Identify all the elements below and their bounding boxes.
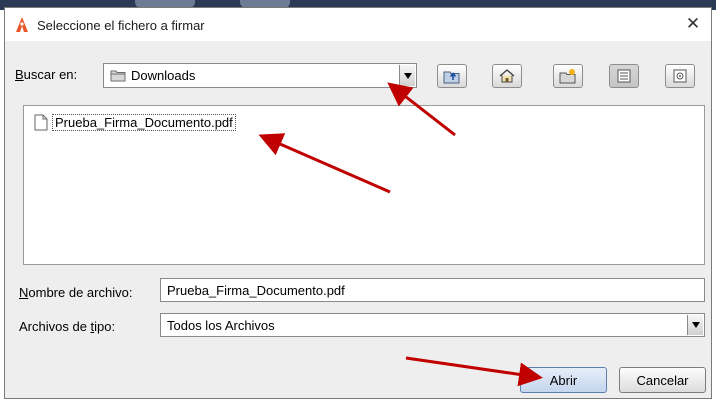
look-in-value: Downloads [131,68,196,83]
file-icon [34,114,48,130]
new-folder-button[interactable] [553,64,583,88]
file-type-combo[interactable]: Todos los Archivos [160,313,705,337]
look-in-label: Buscar en: [15,67,78,82]
new-folder-icon [559,69,576,84]
dialog-title: Seleccione el fichero a firmar [37,18,205,33]
file-type-label: Archivos de tipo: [19,319,116,334]
file-type-value: Todos los Archivos [167,317,275,333]
file-name-label: Nombre de archivo: [19,285,133,300]
details-view-icon [673,69,687,83]
up-folder-icon [443,71,460,84]
look-in-combo[interactable]: Downloads [103,63,417,88]
list-item[interactable]: Prueba_Firma_Documento.pdf [34,112,236,132]
open-button[interactable]: Abrir [520,367,607,393]
app-logo-icon [16,17,28,32]
cancel-button[interactable]: Cancelar [619,367,706,393]
file-chooser-dialog: Seleccione el fichero a firmar ✕ Buscar … [4,7,712,399]
up-folder-button[interactable] [437,64,467,88]
home-button[interactable] [492,64,522,88]
title-bar: Seleccione el fichero a firmar ✕ [5,8,711,41]
file-name: Prueba_Firma_Documento.pdf [52,113,236,131]
file-list[interactable]: Prueba_Firma_Documento.pdf [23,105,705,265]
chevron-down-icon[interactable] [687,315,703,335]
chevron-down-icon[interactable] [399,65,415,86]
file-name-field[interactable]: Prueba_Firma_Documento.pdf [160,278,705,302]
close-button[interactable]: ✕ [681,13,705,35]
close-icon: ✕ [685,14,701,33]
list-view-button[interactable] [609,64,639,88]
details-view-button[interactable] [665,64,695,88]
folder-icon [110,70,126,82]
home-icon [499,69,515,83]
list-view-icon [617,69,631,83]
